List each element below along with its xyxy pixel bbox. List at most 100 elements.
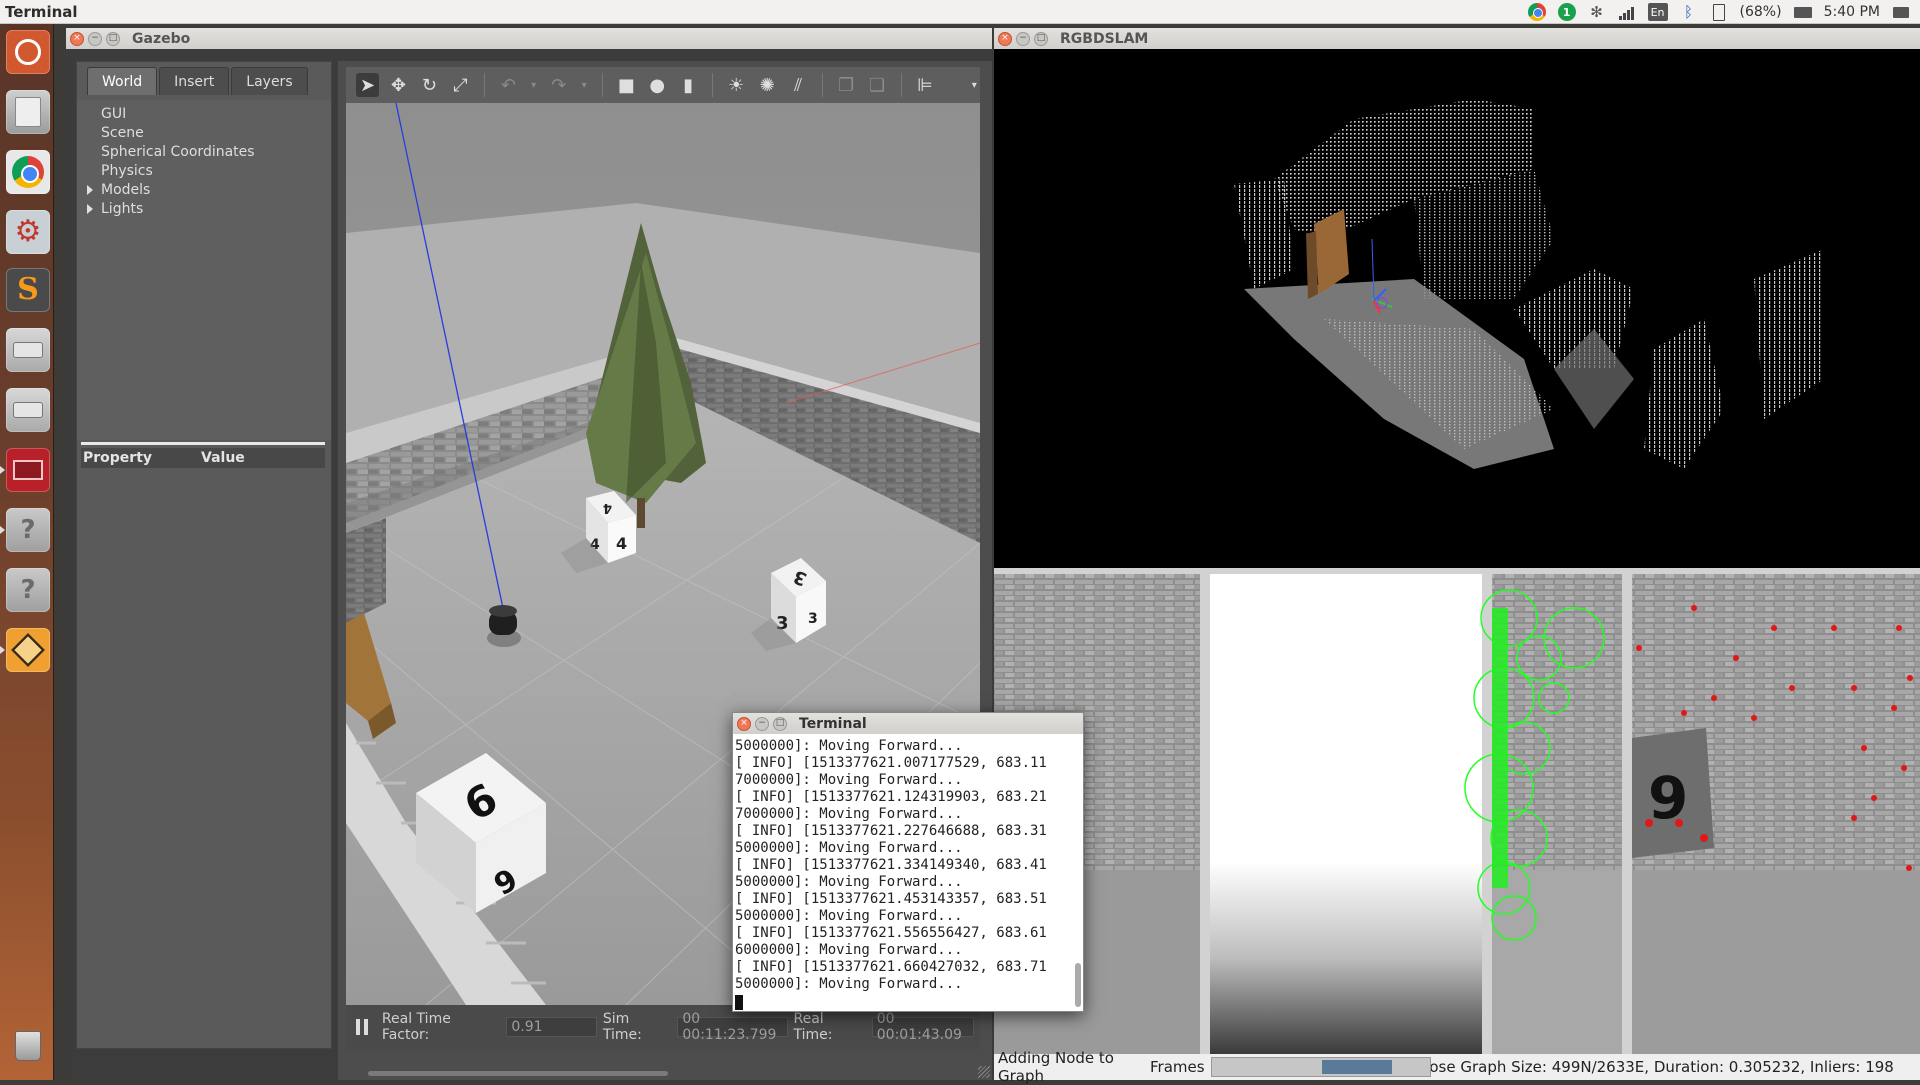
cylinder-shape-icon[interactable]: ▮ bbox=[677, 73, 700, 97]
progress-fill bbox=[1321, 1060, 1392, 1074]
sphere-shape-icon[interactable]: ● bbox=[646, 73, 669, 97]
battery-percentage[interactable]: (68%) bbox=[1740, 4, 1782, 20]
point-light-icon[interactable]: ☀ bbox=[725, 73, 748, 97]
toolbar-separator bbox=[711, 73, 713, 97]
chrome-icon[interactable] bbox=[6, 150, 50, 194]
scale-mode-icon[interactable]: ⤢ bbox=[449, 73, 472, 97]
real-time-factor-value: 0.91 bbox=[506, 1017, 597, 1037]
terminal-line: 5000000]: Moving Forward... bbox=[735, 874, 963, 890]
close-icon[interactable]: × bbox=[737, 716, 751, 731]
terminal-cursor bbox=[735, 995, 743, 1010]
battery-icon[interactable] bbox=[1710, 3, 1728, 21]
terminal-line: [ INFO] [1513377621.334149340, 683.41 bbox=[735, 857, 1047, 873]
resize-grip-icon[interactable] bbox=[978, 1066, 990, 1078]
real-time-label: Real Time: bbox=[793, 1011, 833, 1043]
unknown-app-icon[interactable]: ? bbox=[6, 568, 50, 612]
expand-arrow-icon[interactable] bbox=[87, 203, 93, 214]
ubuntu-dash-icon[interactable] bbox=[6, 30, 50, 74]
undo-dropdown-icon[interactable]: ▾ bbox=[528, 73, 539, 97]
paste-icon[interactable]: ❏ bbox=[866, 73, 889, 97]
point-cloud-view[interactable] bbox=[994, 49, 1920, 568]
rgbdslam-window: × − □ RGBDSLAM 9 Adding Node to Graph Fr… bbox=[994, 28, 1920, 1085]
tree-item-lights[interactable]: Lights bbox=[77, 199, 331, 218]
frames-progress-bar bbox=[1210, 1057, 1431, 1077]
terminal-scrollbar[interactable] bbox=[1075, 963, 1081, 1007]
horizontal-scrollbar[interactable] bbox=[368, 1071, 668, 1076]
tab-insert[interactable]: Insert bbox=[159, 67, 230, 95]
drive-icon[interactable] bbox=[6, 388, 50, 432]
terminal-titlebar[interactable]: × − □ Terminal bbox=[733, 713, 1083, 734]
terminal-output[interactable]: 5000000]: Moving Forward...[ INFO] [1513… bbox=[733, 734, 1081, 1011]
toolbar-separator bbox=[900, 73, 902, 97]
terminal-line: [ INFO] [1513377621.556556427, 683.61 bbox=[735, 925, 1047, 941]
maximize-icon[interactable]: □ bbox=[773, 716, 787, 731]
terminal-line: 5000000]: Moving Forward... bbox=[735, 840, 963, 856]
select-mode-icon[interactable]: ➤ bbox=[356, 73, 379, 97]
pause-icon[interactable] bbox=[356, 1019, 368, 1035]
session-menu-icon[interactable] bbox=[1892, 3, 1910, 21]
system-settings-icon[interactable]: ⚙ bbox=[6, 210, 50, 254]
maximize-icon[interactable]: □ bbox=[1034, 31, 1048, 46]
trash-icon[interactable] bbox=[6, 1024, 50, 1068]
bluetooth-icon[interactable]: ᛒ bbox=[1680, 3, 1698, 21]
files-icon[interactable] bbox=[6, 90, 50, 134]
minimize-icon[interactable]: − bbox=[88, 31, 102, 46]
box-shape-icon[interactable]: ■ bbox=[615, 73, 638, 97]
redo-dropdown-icon[interactable]: ▾ bbox=[578, 73, 589, 97]
terminal-line: 7000000]: Moving Forward... bbox=[735, 772, 963, 788]
terminal-line: 5000000]: Moving Forward... bbox=[735, 976, 963, 992]
update-notifier-icon[interactable]: 1 bbox=[1557, 3, 1576, 21]
align-icon[interactable]: ⊫ bbox=[914, 73, 937, 97]
terminal-window: × − □ Terminal 5000000]: Moving Forward.… bbox=[732, 712, 1084, 1012]
close-icon[interactable]: × bbox=[998, 31, 1012, 46]
tab-layers[interactable]: Layers bbox=[231, 67, 308, 95]
box-4-right-label: 4 bbox=[616, 534, 627, 553]
terminal-line: [ INFO] [1513377621.227646688, 683.31 bbox=[735, 823, 1047, 839]
spot-light-icon[interactable]: ✺ bbox=[756, 73, 779, 97]
toolbar-separator bbox=[601, 73, 603, 97]
tree-item-physics[interactable]: Physics bbox=[77, 161, 331, 180]
tree-item-gui[interactable]: GUI bbox=[77, 104, 331, 123]
clock[interactable]: 5:40 PM bbox=[1824, 4, 1880, 20]
tab-world[interactable]: World bbox=[87, 67, 158, 95]
unknown-app-icon[interactable]: ? bbox=[0, 508, 50, 552]
chrome-tray-icon[interactable] bbox=[1527, 3, 1546, 21]
sim-time-label: Sim Time: bbox=[602, 1011, 642, 1043]
sim-time-value: 00 00:11:23.799 bbox=[677, 1011, 788, 1043]
translate-mode-icon[interactable]: ✥ bbox=[387, 73, 410, 97]
terminal-line: [ INFO] [1513377621.453143357, 683.51 bbox=[735, 891, 1047, 907]
sublime-text-icon[interactable]: S bbox=[6, 268, 50, 312]
drive-icon[interactable] bbox=[6, 328, 50, 372]
maximize-icon[interactable]: □ bbox=[106, 31, 120, 46]
terminal-line: [ INFO] [1513377621.124319903, 683.21 bbox=[735, 789, 1047, 805]
tree-item-spherical-coordinates[interactable]: Spherical Coordinates bbox=[77, 142, 331, 161]
close-icon[interactable]: × bbox=[70, 31, 84, 46]
keyboard-layout-indicator[interactable]: En bbox=[1647, 3, 1668, 21]
display-icon[interactable] bbox=[1793, 3, 1812, 21]
copy-icon[interactable]: ❐ bbox=[835, 73, 858, 97]
property-column-header: Property bbox=[83, 450, 153, 466]
rotate-mode-icon[interactable]: ↻ bbox=[418, 73, 441, 97]
unity-launcher: ⚙ S ? ? bbox=[0, 24, 54, 1080]
rgbdslam-titlebar[interactable]: × − □ RGBDSLAM bbox=[994, 28, 1920, 49]
system-monitor-icon[interactable] bbox=[0, 448, 50, 492]
minimize-icon[interactable]: − bbox=[755, 716, 769, 731]
world-tree: GUI Scene Spherical Coordinates Physics … bbox=[77, 100, 331, 440]
tree-item-scene[interactable]: Scene bbox=[77, 123, 331, 142]
gazebo-tabs: World Insert Layers bbox=[87, 67, 308, 95]
box-3-right-label: 3 bbox=[808, 611, 818, 627]
tree-item-models[interactable]: Models bbox=[77, 180, 331, 199]
directional-light-icon[interactable]: ⫽ bbox=[787, 73, 810, 97]
expand-arrow-icon[interactable] bbox=[87, 184, 93, 195]
terminal-line: 5000000]: Moving Forward... bbox=[735, 908, 963, 924]
camera-thumbnails-render: 9 bbox=[994, 568, 1920, 1054]
minimize-icon[interactable]: − bbox=[1016, 31, 1030, 46]
panel-splitter[interactable] bbox=[81, 442, 325, 445]
gazebo-titlebar[interactable]: × − □ Gazebo bbox=[66, 28, 992, 49]
gazebo-icon[interactable] bbox=[0, 628, 50, 672]
settings-tray-icon[interactable]: ✻ bbox=[1588, 3, 1606, 21]
redo-icon[interactable]: ↷ bbox=[547, 73, 570, 97]
toolbar-overflow-icon[interactable]: ▾ bbox=[969, 73, 980, 97]
undo-icon[interactable]: ↶ bbox=[497, 73, 520, 97]
network-icon[interactable] bbox=[1618, 5, 1636, 20]
